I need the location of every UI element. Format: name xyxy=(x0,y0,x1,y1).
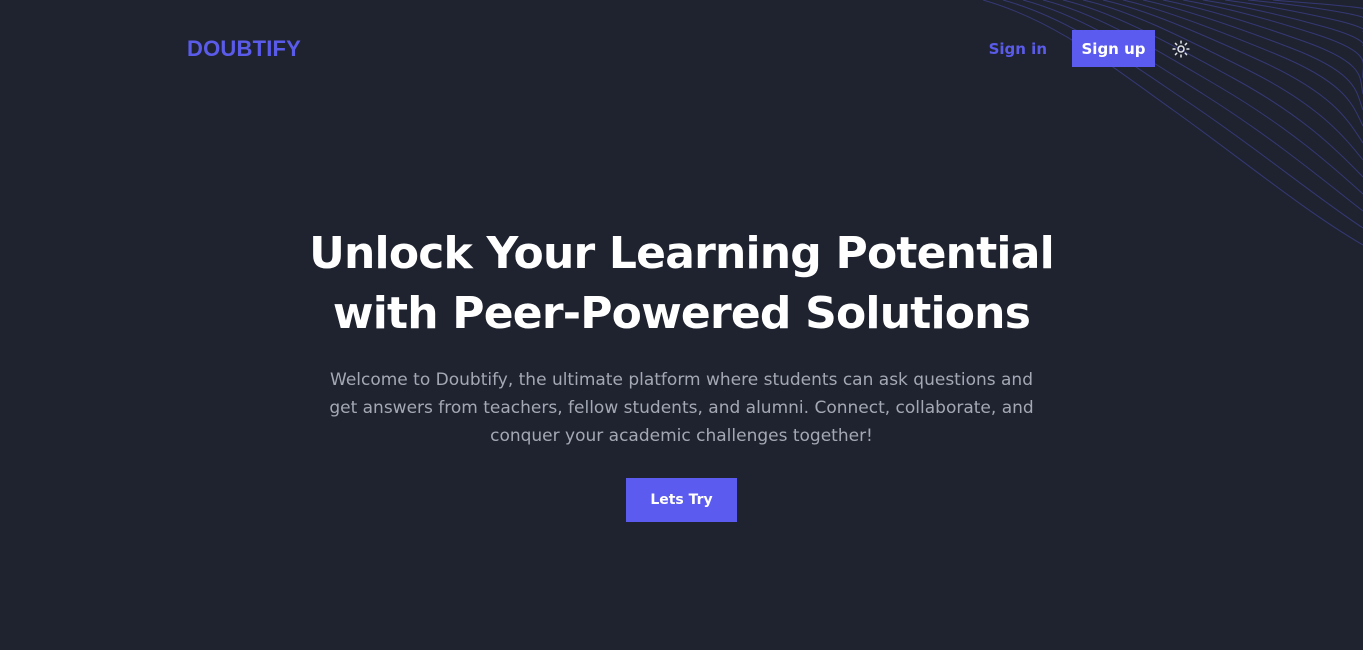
theme-toggle-sun-icon[interactable] xyxy=(1171,39,1191,59)
sign-up-button[interactable]: Sign up xyxy=(1072,30,1155,67)
hero-title: Unlock Your Learning Potential with Peer… xyxy=(309,228,1055,339)
lets-try-button[interactable]: Lets Try xyxy=(626,478,737,522)
sun-icon xyxy=(1172,39,1190,58)
hero-section: Unlock Your Learning Potential with Peer… xyxy=(0,224,1363,522)
landing-page: DOUBTIFY Sign in Sign up Unlock Your Lea… xyxy=(0,0,1363,650)
brand-logo[interactable]: DOUBTIFY xyxy=(187,36,301,62)
sign-in-link[interactable]: Sign in xyxy=(989,40,1047,58)
hero-subtitle: Welcome to Doubtify, the ultimate platfo… xyxy=(329,370,1034,446)
header-nav: Sign in Sign up xyxy=(989,30,1191,67)
